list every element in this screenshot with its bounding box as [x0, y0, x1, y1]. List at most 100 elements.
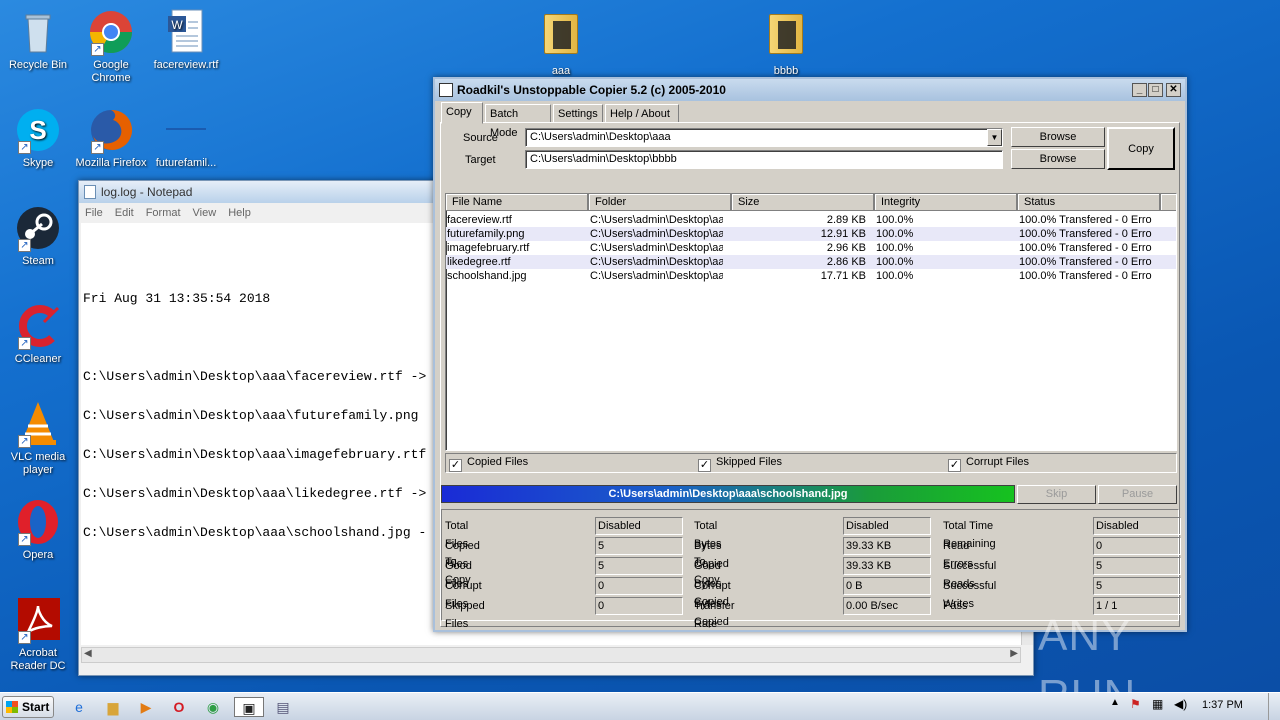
target-input[interactable]: C:\Users\admin\Desktop\bbbb	[525, 150, 1003, 169]
table-row[interactable]: schoolshand.jpg C:\Users\admin\Desktop\a…	[446, 269, 1176, 283]
stat-value: Disabled	[843, 517, 931, 535]
copier-titlebar[interactable]: Roadkil's Unstoppable Copier 5.2 (c) 200…	[435, 79, 1185, 101]
chrome-taskbar-icon[interactable]: ◉	[202, 697, 224, 717]
skype-icon: S ↗	[14, 106, 62, 154]
table-row[interactable]: imagefebruary.rtf C:\Users\admin\Desktop…	[446, 241, 1176, 255]
table-row[interactable]: likedegree.rtf C:\Users\admin\Desktop\aa…	[446, 255, 1176, 269]
file-list[interactable]: File Name Folder Size Integrity Status f…	[445, 193, 1177, 451]
column-filler	[1161, 194, 1176, 211]
desktop-icon-futurefamily[interactable]: futurefamil...	[148, 106, 224, 170]
tray-network-icon[interactable]: ▦	[1152, 697, 1163, 711]
desktop-icon-chrome[interactable]: ↗ Google Chrome	[73, 8, 149, 85]
cell-size: 17.71 KB	[820, 270, 866, 282]
tray-security-icon[interactable]: ⚑	[1130, 697, 1141, 711]
tab-strip: Copy Batch Mode Settings Help / About	[441, 102, 1181, 139]
menu-format[interactable]: Format	[140, 207, 187, 219]
column-size[interactable]: Size	[732, 194, 875, 211]
close-button[interactable]: ✕	[1166, 83, 1181, 97]
desktop-icon-firefox[interactable]: ↗ Mozilla Firefox	[73, 106, 149, 170]
cell-folder: C:\Users\admin\Desktop\aaa	[590, 270, 723, 282]
tab-batch-mode[interactable]: Batch Mode	[485, 104, 551, 139]
desktop-icon-facereview[interactable]: W facereview.rtf	[148, 8, 224, 72]
copier-app-icon	[439, 83, 453, 97]
target-value: C:\Users\admin\Desktop\bbbb	[530, 153, 677, 165]
stat-value: 0	[595, 597, 683, 615]
opera-taskbar-icon[interactable]: O	[168, 697, 190, 717]
tray-expand-icon[interactable]: ▲	[1110, 697, 1120, 708]
clock[interactable]: 1:37 PM	[1202, 699, 1243, 711]
table-row[interactable]: facereview.rtf C:\Users\admin\Desktop\aa…	[446, 213, 1176, 227]
tab-help-about[interactable]: Help / About	[605, 104, 679, 122]
desktop-icon-label: Skype	[22, 157, 54, 169]
copier-taskbar-icon[interactable]: ▣	[234, 697, 264, 717]
browse-target-button[interactable]: Browse	[1011, 149, 1105, 169]
tray-volume-icon[interactable]: ◀)	[1174, 697, 1187, 711]
cell-integrity: 100.0%	[876, 214, 914, 226]
show-desktop-button[interactable]	[1268, 693, 1280, 720]
desktop-icon-opera[interactable]: ↗ Opera	[0, 498, 76, 562]
cell-size: 2.96 KB	[826, 242, 866, 254]
desktop-icon-label: CCleaner	[14, 353, 62, 365]
firefox-icon: ↗	[87, 106, 135, 154]
desktop-icon-folder-bbbb[interactable]: bbbb	[748, 8, 824, 78]
anyrun-watermark: ANY RUN	[1038, 611, 1135, 692]
pause-button[interactable]: Pause	[1098, 485, 1177, 504]
steam-icon: ↗	[14, 204, 62, 252]
column-status[interactable]: Status	[1018, 194, 1161, 211]
acrobat-icon: ↗	[14, 596, 62, 644]
stat-value: 0	[595, 577, 683, 595]
desktop-icon-skype[interactable]: S ↗ Skype	[0, 106, 76, 170]
cell-status: 100.0% Transfered - 0 Erro	[1019, 256, 1152, 268]
shortcut-arrow-icon: ↗	[18, 141, 31, 154]
explorer-icon[interactable]: ▆	[102, 697, 124, 717]
stat-value: 5	[1093, 557, 1181, 575]
skip-button[interactable]: Skip	[1017, 485, 1096, 504]
column-folder[interactable]: Folder	[589, 194, 732, 211]
cell-file-name: schoolshand.jpg	[447, 270, 527, 282]
desktop-icon-steam[interactable]: ↗ Steam	[0, 204, 76, 268]
stat-value: 39.33 KB	[843, 557, 931, 575]
ie-icon[interactable]: e	[68, 697, 90, 717]
desktop-icon-vlc[interactable]: ↗ VLC media player	[0, 400, 76, 477]
shortcut-arrow-icon: ↗	[18, 337, 31, 350]
copy-button[interactable]: Copy	[1107, 127, 1175, 170]
notepad-taskbar-icon[interactable]: ▤	[268, 697, 298, 717]
table-row[interactable]: futurefamily.png C:\Users\admin\Desktop\…	[446, 227, 1176, 241]
menu-edit[interactable]: Edit	[109, 207, 140, 219]
dropdown-arrow-icon[interactable]: ▼	[987, 129, 1002, 146]
start-button[interactable]: Start	[2, 696, 54, 718]
desktop-icon-ccleaner[interactable]: ↗ CCleaner	[0, 302, 76, 366]
maximize-button[interactable]: □	[1148, 83, 1163, 97]
minimize-button[interactable]: _	[1132, 83, 1147, 97]
cell-integrity: 100.0%	[876, 242, 914, 254]
menu-view[interactable]: View	[187, 207, 223, 219]
menu-file[interactable]: File	[79, 207, 109, 219]
menu-help[interactable]: Help	[222, 207, 257, 219]
skipped-files-checkbox[interactable]: ✓ Skipped Files	[698, 456, 782, 472]
tab-settings[interactable]: Settings	[553, 104, 603, 122]
desktop-icon-label: Recycle Bin	[8, 59, 68, 71]
svg-text:S: S	[29, 115, 46, 145]
column-file-name[interactable]: File Name	[446, 194, 589, 211]
copied-files-checkbox[interactable]: ✓ Copied Files	[449, 456, 528, 472]
scroll-right-icon[interactable]: ▶	[1010, 648, 1018, 659]
desktop-icon-acrobat[interactable]: ↗ Acrobat Reader DC	[0, 596, 76, 673]
source-combobox[interactable]: C:\Users\admin\Desktop\aaa ▼	[525, 128, 1003, 147]
cell-integrity: 100.0%	[876, 256, 914, 268]
image-file-icon	[162, 106, 210, 154]
horizontal-scrollbar[interactable]: ◀ ▶	[81, 647, 1021, 663]
stat-value: 5	[1093, 577, 1181, 595]
desktop-icon-folder-aaa[interactable]: aaa	[523, 8, 599, 78]
corrupt-files-checkbox[interactable]: ✓ Corrupt Files	[948, 456, 1029, 472]
media-player-icon[interactable]: ▶	[135, 697, 157, 717]
cell-file-name: imagefebruary.rtf	[447, 242, 530, 254]
stat-value: Disabled	[595, 517, 683, 535]
scroll-left-icon[interactable]: ◀	[84, 648, 92, 659]
chrome-icon: ↗	[87, 8, 135, 56]
tab-copy[interactable]: Copy	[441, 102, 483, 124]
stat-label: Skipped Files	[445, 600, 485, 630]
browse-source-button[interactable]: Browse	[1011, 127, 1105, 147]
checkbox-checked-icon: ✓	[698, 459, 711, 472]
desktop-icon-recycle-bin[interactable]: Recycle Bin	[0, 8, 76, 72]
column-integrity[interactable]: Integrity	[875, 194, 1018, 211]
